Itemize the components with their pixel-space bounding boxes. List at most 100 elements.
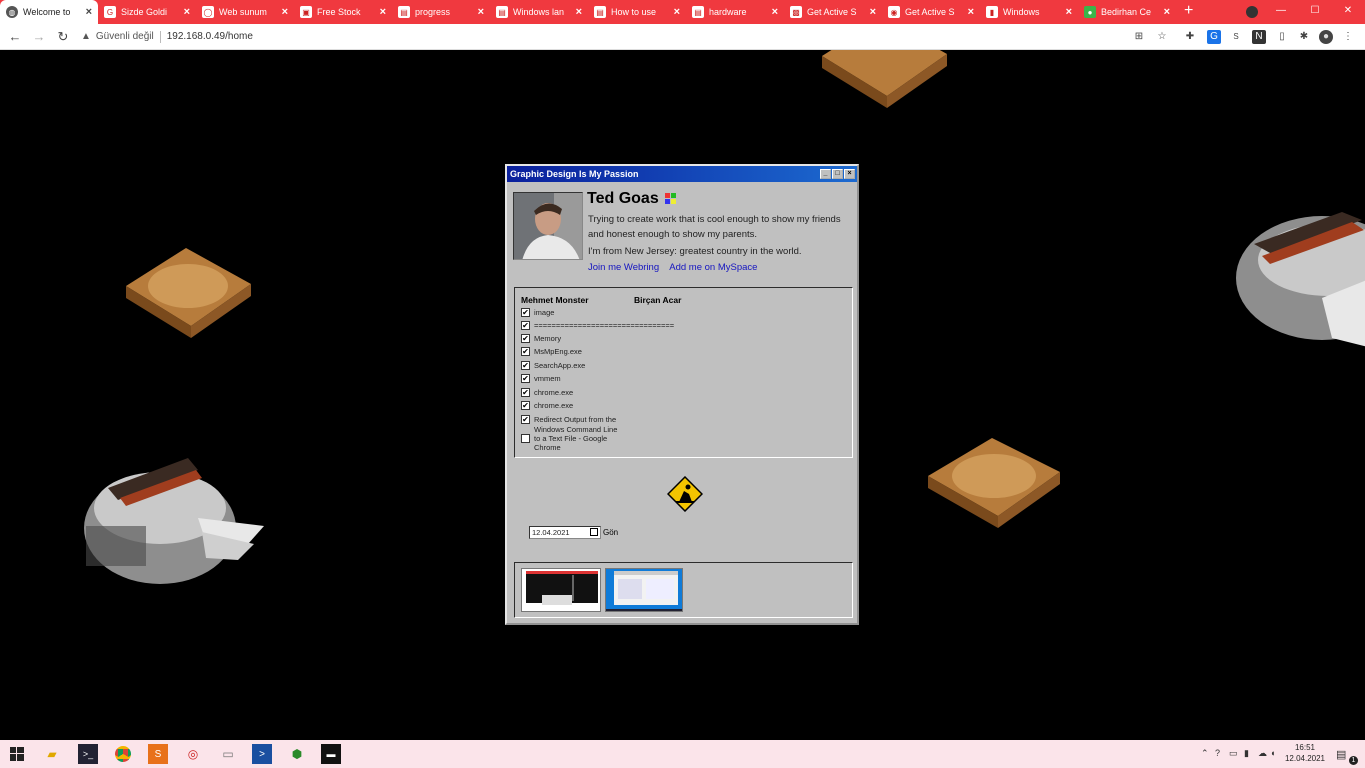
browser-tab[interactable]: ▤ How to use ×: [588, 0, 686, 24]
checkbox[interactable]: ✔: [521, 388, 530, 397]
forward-icon[interactable]: →: [27, 29, 51, 44]
checkbox[interactable]: ✔: [521, 321, 530, 330]
app-icon[interactable]: ▭: [218, 744, 238, 764]
checkbox[interactable]: ✔: [521, 334, 530, 343]
clock[interactable]: 16:51 12.04.2021: [1283, 742, 1327, 764]
webring-link[interactable]: Join me Webring: [588, 262, 659, 273]
browser-tab[interactable]: ▣ Free Stock ×: [294, 0, 392, 24]
browser-tab[interactable]: ● Bedirhan Ce ×: [1078, 0, 1176, 24]
browser-tab[interactable]: ▩ Get Active S ×: [784, 0, 882, 24]
close-tab-icon[interactable]: ×: [674, 6, 680, 18]
checkbox[interactable]: ✔: [521, 415, 530, 424]
volume-icon[interactable]: ◖: [1270, 748, 1275, 758]
checkbox[interactable]: ✔: [521, 361, 530, 370]
browser-tab[interactable]: ◉ Get Active S ×: [882, 0, 980, 24]
minimize-icon[interactable]: _: [820, 169, 831, 179]
app-icon[interactable]: ⬢: [287, 744, 307, 764]
close-tab-icon[interactable]: ×: [86, 6, 92, 18]
close-tab-icon[interactable]: ×: [184, 6, 190, 18]
chevron-up-icon[interactable]: ⌃: [1201, 748, 1209, 759]
browser-tab[interactable]: ◍ Welcome to ×: [0, 0, 98, 24]
cmd-icon[interactable]: ▬: [321, 744, 341, 764]
close-tab-icon[interactable]: ×: [478, 6, 484, 18]
browser-tab[interactable]: ▮ Windows ×: [980, 0, 1078, 24]
app-icon[interactable]: ◎: [183, 744, 203, 764]
extension-icon[interactable]: N: [1252, 30, 1266, 44]
process-item[interactable]: ✔ vmmem: [521, 374, 561, 383]
tab-title: Bedirhan Ce: [1101, 7, 1152, 17]
checkbox[interactable]: ✔: [521, 374, 530, 383]
security-label[interactable]: Güvenli değil: [96, 31, 154, 42]
back-icon[interactable]: ←: [3, 29, 27, 44]
myspace-link[interactable]: Add me on MySpace: [669, 262, 757, 273]
maximize-icon[interactable]: □: [832, 169, 843, 179]
toast-image: [928, 438, 1060, 528]
extension-icon[interactable]: S: [1229, 30, 1243, 44]
process-item[interactable]: ✔ Memory: [521, 334, 561, 343]
browser-tab[interactable]: ▤ hardware ×: [686, 0, 784, 24]
close-tab-icon[interactable]: ×: [576, 6, 582, 18]
process-item[interactable]: ✔ image: [521, 308, 554, 317]
onedrive-icon[interactable]: ☁: [1258, 748, 1267, 759]
close-icon[interactable]: ×: [844, 169, 855, 179]
close-tab-icon[interactable]: ×: [380, 6, 386, 18]
avatar[interactable]: ●: [1319, 30, 1333, 44]
date-picker[interactable]: 12.04.2021: [529, 526, 601, 539]
menu-icon[interactable]: ⋮: [1341, 30, 1355, 44]
checkbox[interactable]: ✔: [521, 401, 530, 410]
close-tab-icon[interactable]: ×: [968, 6, 974, 18]
close-window-icon[interactable]: ✕: [1331, 0, 1365, 24]
browser-tab[interactable]: ▤ progress ×: [392, 0, 490, 24]
extension-icon[interactable]: G: [1207, 30, 1221, 44]
page-icon: G: [104, 6, 116, 18]
bookmark-star-icon[interactable]: ☆: [1155, 30, 1169, 44]
sublime-icon[interactable]: S: [148, 744, 168, 764]
calendar-icon[interactable]: [590, 528, 598, 536]
browser-tab[interactable]: ▤ Windows lan ×: [490, 0, 588, 24]
translate-icon[interactable]: ⊞: [1132, 30, 1146, 44]
new-tab-button[interactable]: +: [1176, 0, 1201, 24]
powershell-icon[interactable]: >: [252, 744, 272, 764]
process-item[interactable]: ✔ chrome.exe: [521, 388, 573, 397]
process-item[interactable]: Windows Command Line to a Text File - Go…: [521, 425, 621, 452]
extension-icon[interactable]: ▯: [1275, 30, 1289, 44]
thumbnail-image: [526, 571, 598, 605]
browser-tab[interactable]: G Sizde Goldi ×: [98, 0, 196, 24]
terminal-icon[interactable]: >_: [78, 744, 98, 764]
address-bar[interactable]: ▲ Güvenli değil 192.168.0.49/home: [81, 27, 253, 47]
close-tab-icon[interactable]: ×: [1066, 6, 1072, 18]
chrome-icon[interactable]: [113, 744, 133, 764]
windows-start-icon[interactable]: [7, 744, 27, 764]
process-item[interactable]: ✔ SearchApp.exe: [521, 361, 585, 370]
help-icon[interactable]: ?: [1215, 748, 1220, 758]
notification-icon[interactable]: ▤: [1336, 748, 1346, 761]
close-tab-icon[interactable]: ×: [1164, 6, 1170, 18]
battery-icon[interactable]: ▮: [1244, 748, 1249, 759]
process-item[interactable]: ✔ Redirect Output from the: [521, 415, 616, 424]
checkbox[interactable]: [521, 434, 530, 443]
close-tab-icon[interactable]: ×: [870, 6, 876, 18]
puzzle-icon[interactable]: ✱: [1297, 30, 1311, 44]
minimize-icon[interactable]: —: [1264, 0, 1298, 24]
warning-icon[interactable]: ▲: [81, 31, 91, 42]
thumbnail[interactable]: [605, 568, 683, 612]
network-icon[interactable]: ▭: [1229, 748, 1238, 759]
close-tab-icon[interactable]: ×: [772, 6, 778, 18]
checkbox[interactable]: ✔: [521, 308, 530, 317]
reload-icon[interactable]: ↻: [51, 29, 75, 45]
url-text[interactable]: 192.168.0.49/home: [167, 31, 253, 42]
date-value[interactable]: 12.04.2021: [532, 528, 570, 537]
maximize-icon[interactable]: ☐: [1298, 0, 1332, 24]
window-titlebar[interactable]: Graphic Design Is My Passion _ □ ×: [507, 166, 857, 182]
extension-plus-icon[interactable]: ✚: [1183, 30, 1197, 44]
send-button[interactable]: Gön: [603, 526, 618, 539]
process-item[interactable]: ✔ MsMpEng.exe: [521, 347, 582, 356]
process-item[interactable]: ✔ ================================: [521, 321, 674, 330]
checkbox[interactable]: ✔: [521, 347, 530, 356]
process-item[interactable]: ✔ chrome.exe: [521, 401, 573, 410]
close-tab-icon[interactable]: ×: [282, 6, 288, 18]
record-icon[interactable]: [1246, 6, 1258, 18]
file-explorer-icon[interactable]: ▰: [42, 744, 62, 764]
browser-tab[interactable]: ◯ Web sunum ×: [196, 0, 294, 24]
thumbnail[interactable]: [521, 568, 601, 612]
